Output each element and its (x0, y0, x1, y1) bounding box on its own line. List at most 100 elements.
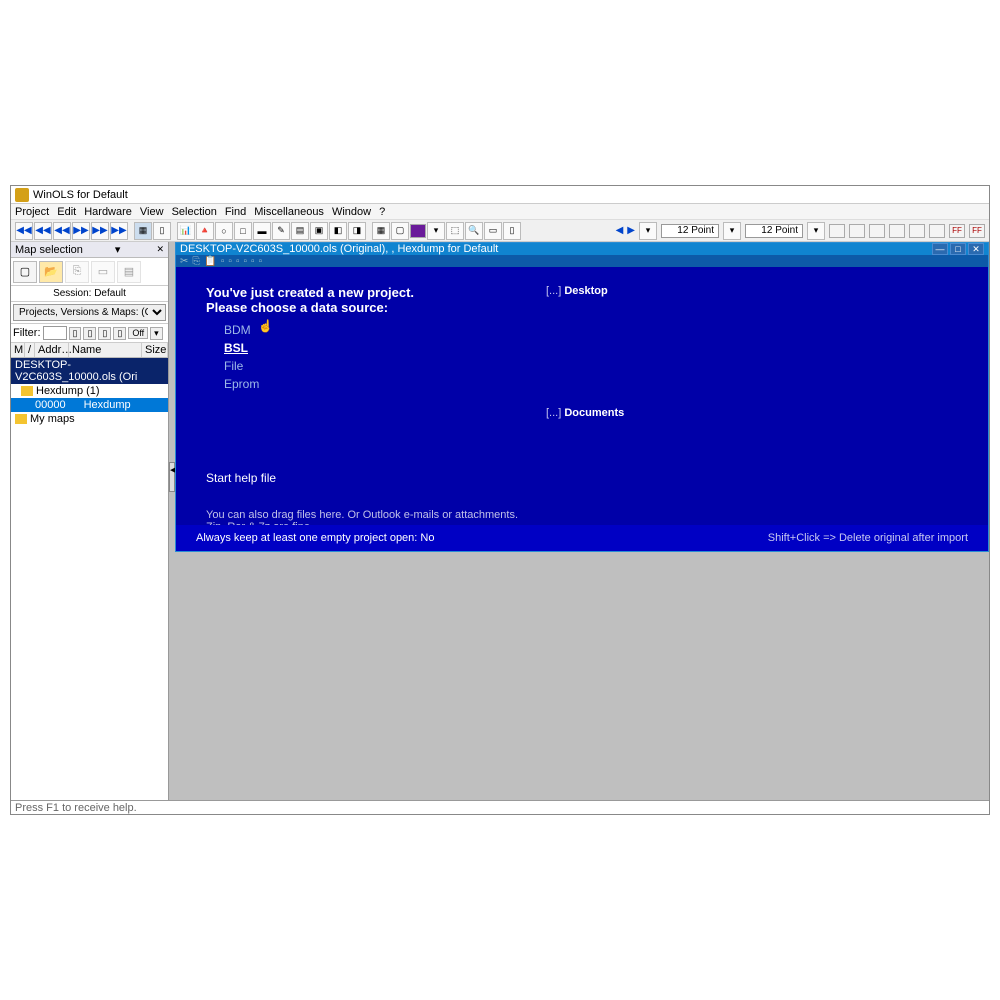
ff-1-icon[interactable]: FF (949, 224, 965, 238)
font-size-1[interactable] (661, 224, 719, 238)
tool-layout-icon[interactable]: ▯ (153, 222, 171, 240)
status-text: Press F1 to receive help. (15, 802, 137, 814)
start-help-link[interactable]: Start help file (206, 471, 958, 485)
tool-grid-icon[interactable]: ▦ (134, 222, 152, 240)
filter-input[interactable] (43, 326, 67, 340)
tree-hex-entry[interactable]: 00000 Hexdump (11, 398, 168, 412)
ct-f-icon[interactable]: ▫ (259, 256, 263, 267)
col-slash[interactable]: / (25, 343, 35, 357)
filter-btn4[interactable]: ▯ (113, 327, 126, 340)
view-5-icon[interactable] (909, 224, 925, 238)
ff-2-icon[interactable]: FF (969, 224, 985, 238)
child-titlebar: DESKTOP-V2C603S_10000.ols (Original), , … (176, 243, 988, 255)
view-2-icon[interactable] (849, 224, 865, 238)
tool-b-icon[interactable]: ○ (215, 222, 233, 240)
sidebar-title-row: Map selection ▾ ✕ (11, 242, 168, 258)
tool-j-icon[interactable]: ▦ (372, 222, 390, 240)
tool-g-icon[interactable]: ▣ (310, 222, 328, 240)
ct-b-icon[interactable]: ▫ (228, 256, 232, 267)
tool-chart-icon[interactable]: 📊 (177, 222, 195, 240)
tool-h-icon[interactable]: ◧ (329, 222, 347, 240)
color-box-icon[interactable] (410, 224, 426, 238)
view-6-icon[interactable] (929, 224, 945, 238)
tree-area[interactable]: DESKTOP-V2C603S_10000.ols (Ori Hexdump (… (11, 358, 168, 800)
child-max-icon[interactable]: □ (950, 243, 966, 255)
ct-copy-icon[interactable]: ⎘ (192, 256, 200, 267)
tool-m-icon[interactable]: ⬚ (446, 222, 464, 240)
col-size[interactable]: Size (142, 343, 168, 357)
tool-a-icon[interactable]: 🔺 (196, 222, 214, 240)
child-min-icon[interactable]: — (932, 243, 948, 255)
nav-next-icon[interactable]: ▶▶ (91, 222, 109, 240)
spin-1-icon[interactable]: ▾ (723, 222, 741, 240)
filter-dd-icon[interactable]: ▾ (150, 327, 163, 340)
nav-first-icon[interactable]: ◀◀ (15, 222, 33, 240)
view-1-icon[interactable] (829, 224, 845, 238)
filter-off[interactable]: Off (128, 327, 148, 339)
ct-a-icon[interactable]: ▫ (221, 256, 225, 267)
nav2-opts-icon[interactable]: ▾ (639, 222, 657, 240)
keep-open-toggle[interactable]: Always keep at least one empty project o… (196, 532, 434, 544)
ct-cut-icon[interactable]: ✂ (180, 256, 188, 267)
sidebar-tool4-icon[interactable]: ▭ (91, 261, 115, 283)
tool-n-icon[interactable]: 🔍 (465, 222, 483, 240)
view-4-icon[interactable] (889, 224, 905, 238)
tool-i-icon[interactable]: ◨ (348, 222, 366, 240)
menu-view[interactable]: View (140, 206, 164, 218)
tool-l-icon[interactable]: ▾ (427, 222, 445, 240)
sidebar-new-icon[interactable]: ▢ (13, 261, 37, 283)
tool-d-icon[interactable]: ▬ (253, 222, 271, 240)
tool-o-icon[interactable]: ▭ (484, 222, 502, 240)
ct-d-icon[interactable]: ▫ (243, 256, 247, 267)
col-addr[interactable]: Addr… (35, 343, 69, 357)
nav-back-icon[interactable]: ◀◀ (53, 222, 71, 240)
cursor-icon: ☝ (258, 319, 273, 333)
tool-f-icon[interactable]: ▤ (291, 222, 309, 240)
tool-e-icon[interactable]: ✎ (272, 222, 290, 240)
tool-p-icon[interactable]: ▯ (503, 222, 521, 240)
filter-btn2[interactable]: ▯ (83, 327, 96, 340)
filter-btn1[interactable]: ▯ (69, 327, 82, 340)
col-name[interactable]: Name (69, 343, 142, 357)
sidebar-dropdown-icon[interactable]: ▾ (115, 243, 121, 256)
nav2-fwd-icon[interactable]: ▶ (627, 225, 635, 236)
child-title: DESKTOP-V2C603S_10000.ols (Original), , … (180, 243, 498, 255)
font-size-2[interactable] (745, 224, 803, 238)
child-toolbar: ✂ ⎘ 📋 ▫ ▫ ▫ ▫ ▫ ▫ (176, 255, 988, 267)
hex-addr: 00000 (35, 399, 66, 411)
app-window: WinOLS for Default Project Edit Hardware… (10, 185, 990, 815)
menu-project[interactable]: Project (15, 206, 49, 218)
menu-help[interactable]: ? (379, 206, 385, 218)
tree-project-row[interactable]: DESKTOP-V2C603S_10000.ols (Ori (11, 358, 168, 384)
filter-btn3[interactable]: ▯ (98, 327, 111, 340)
menu-selection[interactable]: Selection (172, 206, 217, 218)
child-close-icon[interactable]: ✕ (968, 243, 984, 255)
col-m[interactable]: M (11, 343, 25, 357)
nav-last-icon[interactable]: ▶▶ (110, 222, 128, 240)
menu-find[interactable]: Find (225, 206, 246, 218)
sidebar-close-icon[interactable]: ✕ (156, 244, 164, 255)
sidebar-tool5-icon[interactable]: ▤ (117, 261, 141, 283)
sidebar-open-icon[interactable]: 📂 (39, 261, 63, 283)
nav-fwd-icon[interactable]: ▶▶ (72, 222, 90, 240)
nav-prev-icon[interactable]: ◀◀ (34, 222, 52, 240)
tree-hexdump-row[interactable]: Hexdump (1) (11, 384, 168, 398)
documents-link[interactable]: [...] Documents (546, 407, 624, 419)
sidebar-copy-icon[interactable]: ⎘ (65, 261, 89, 283)
nav2-back-icon[interactable]: ◀ (616, 225, 624, 236)
view-3-icon[interactable] (869, 224, 885, 238)
projects-combo[interactable]: Projects, Versions & Maps: (Ctrl+Shift+F… (13, 304, 166, 321)
menu-misc[interactable]: Miscellaneous (254, 206, 324, 218)
tool-k-icon[interactable]: ▢ (391, 222, 409, 240)
menu-hardware[interactable]: Hardware (84, 206, 132, 218)
ct-e-icon[interactable]: ▫ (251, 256, 255, 267)
tool-c-icon[interactable]: □ (234, 222, 252, 240)
ct-paste-icon[interactable]: 📋 (204, 256, 216, 267)
ct-c-icon[interactable]: ▫ (236, 256, 240, 267)
menu-edit[interactable]: Edit (57, 206, 76, 218)
app-icon (15, 188, 29, 202)
tree-mymaps-row[interactable]: My maps (11, 412, 168, 426)
desktop-link[interactable]: [...] Desktop (546, 285, 624, 297)
menu-window[interactable]: Window (332, 206, 371, 218)
spin-2-icon[interactable]: ▾ (807, 222, 825, 240)
